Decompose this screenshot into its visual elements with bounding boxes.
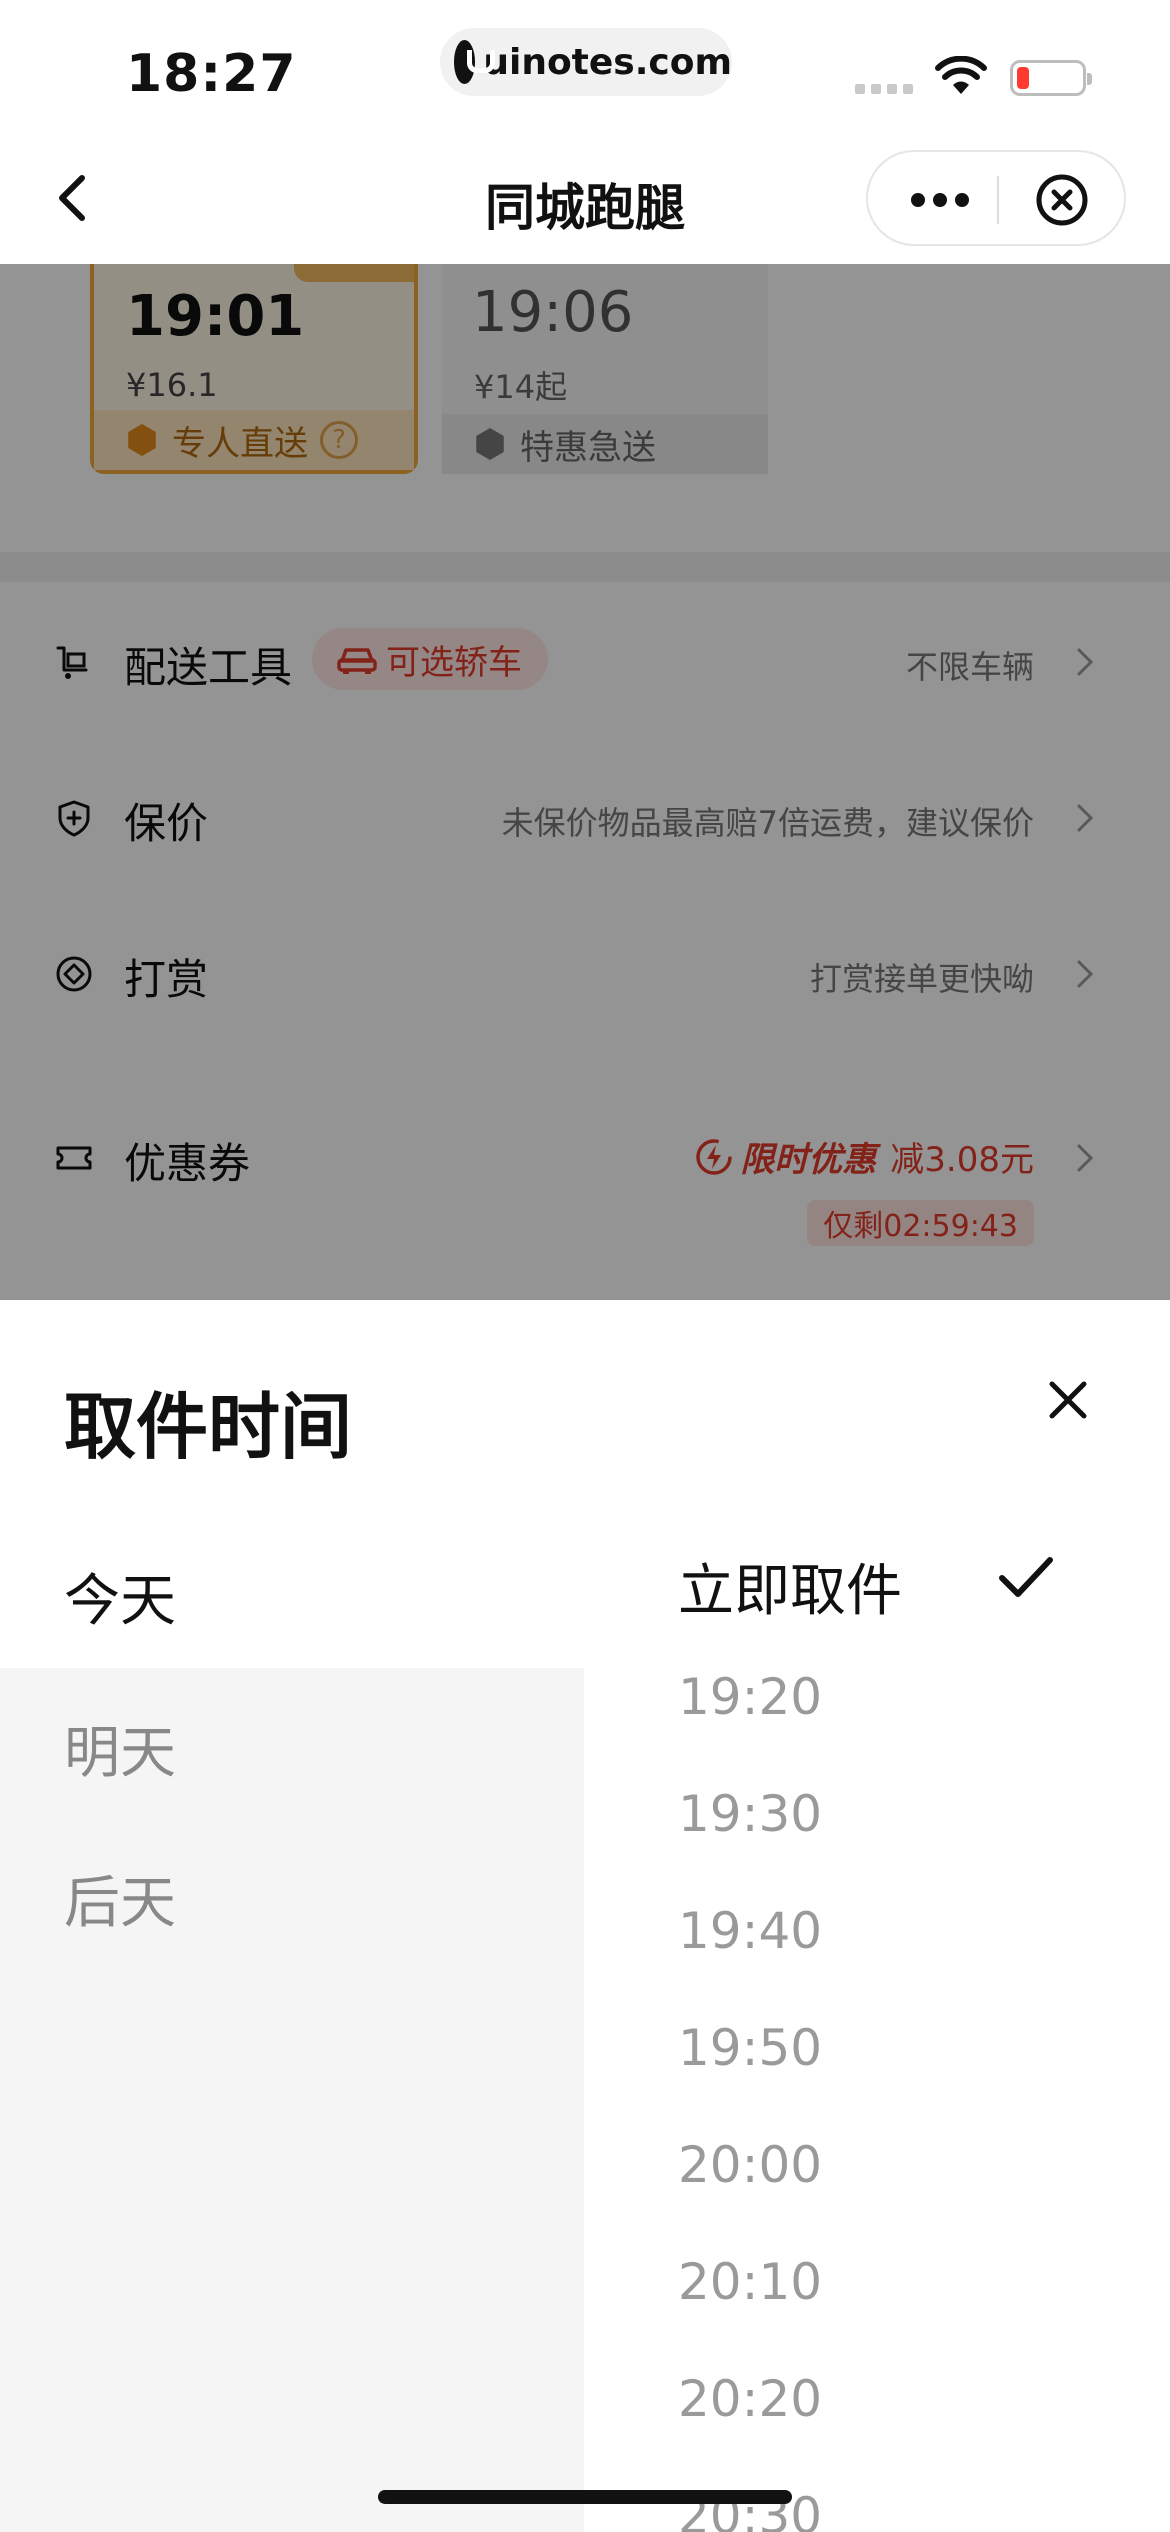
time-option[interactable]: 20:00 xyxy=(678,2136,822,2194)
sheet-title: 取件时间 xyxy=(64,1385,353,1469)
day-option-day-after[interactable]: 后天 xyxy=(64,1858,176,1939)
more-icon[interactable] xyxy=(900,176,980,224)
url-text: uinotes.com xyxy=(483,41,732,83)
time-option[interactable]: 19:20 xyxy=(678,1668,822,1726)
site-logo-icon xyxy=(454,40,496,84)
status-time: 18:27 xyxy=(126,44,297,104)
battery-icon xyxy=(1010,60,1092,96)
nav-bar: 同城跑腿 xyxy=(0,140,1170,264)
modal-backdrop[interactable] xyxy=(0,264,1170,1300)
day-option-today[interactable]: 今天 xyxy=(64,1556,176,1637)
day-option-tomorrow[interactable]: 明天 xyxy=(64,1708,176,1789)
pickup-time-sheet: 取件时间 今天 明天 后天 立即取件 19:20 19:30 19:40 19:… xyxy=(0,1300,1170,2532)
time-option[interactable]: 20:20 xyxy=(678,2370,822,2428)
exit-mini-program-icon[interactable] xyxy=(1034,172,1090,228)
time-option[interactable]: 20:10 xyxy=(678,2253,822,2311)
status-bar: 18:27 uinotes.com xyxy=(0,0,1170,140)
time-option[interactable]: 19:30 xyxy=(678,1785,822,1843)
url-pill: uinotes.com xyxy=(440,28,732,96)
check-icon xyxy=(999,1557,1053,1597)
close-icon[interactable] xyxy=(1040,1372,1096,1428)
wifi-icon xyxy=(935,56,987,94)
capsule-divider xyxy=(997,176,999,224)
time-option[interactable]: 19:50 xyxy=(678,2019,822,2077)
time-option[interactable]: 19:40 xyxy=(678,1902,822,1960)
home-indicator xyxy=(378,2490,792,2504)
day-column: 明天 后天 xyxy=(0,1668,584,2532)
mini-program-capsule xyxy=(866,150,1126,246)
time-option-now[interactable]: 立即取件 xyxy=(678,1546,902,1627)
signal-icon xyxy=(855,84,913,94)
